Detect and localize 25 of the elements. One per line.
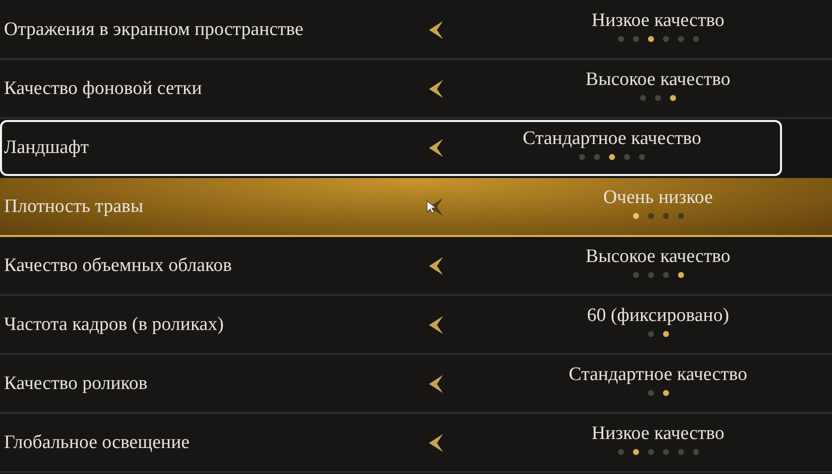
setting-value: Очень низкое [603, 186, 713, 208]
setting-value: Высокое качество [586, 246, 730, 268]
setting-value: Низкое качество [592, 10, 724, 32]
setting-label: Качество фоновой сетки [3, 78, 203, 100]
left-arrow-icon[interactable] [428, 314, 444, 334]
setting-label: Качество объемных облаков [3, 254, 233, 276]
left-arrow-icon[interactable] [428, 20, 444, 40]
setting-value: Стандартное качество [522, 128, 702, 150]
left-arrow-icon[interactable] [428, 256, 444, 276]
setting-label: Плотность травы [3, 196, 144, 218]
setting-value: 60 (фиксировано) [586, 304, 730, 326]
left-arrow-icon[interactable] [428, 138, 444, 158]
left-arrow-icon[interactable] [428, 78, 444, 98]
setting-value: Стандартное качество [568, 364, 748, 386]
setting-label: Частота кадров (в роликах) [3, 314, 225, 336]
focused-setting-row[interactable]: Ландшафт Стандартное качество [0, 120, 782, 176]
setting-label: Ландшафт [3, 137, 90, 159]
left-arrow-icon[interactable] [428, 432, 444, 452]
setting-label: Качество роликов [3, 372, 149, 394]
setting-label: Глобальное освещение [3, 432, 191, 454]
highlighted-setting-row[interactable]: Плотность травы Очень низкое [0, 178, 832, 237]
setting-value: Высокое качество [586, 68, 730, 90]
left-arrow-icon[interactable] [428, 374, 444, 394]
setting-label: Отражения в экранном пространстве [3, 18, 304, 40]
setting-value: Низкое качество [592, 422, 724, 444]
